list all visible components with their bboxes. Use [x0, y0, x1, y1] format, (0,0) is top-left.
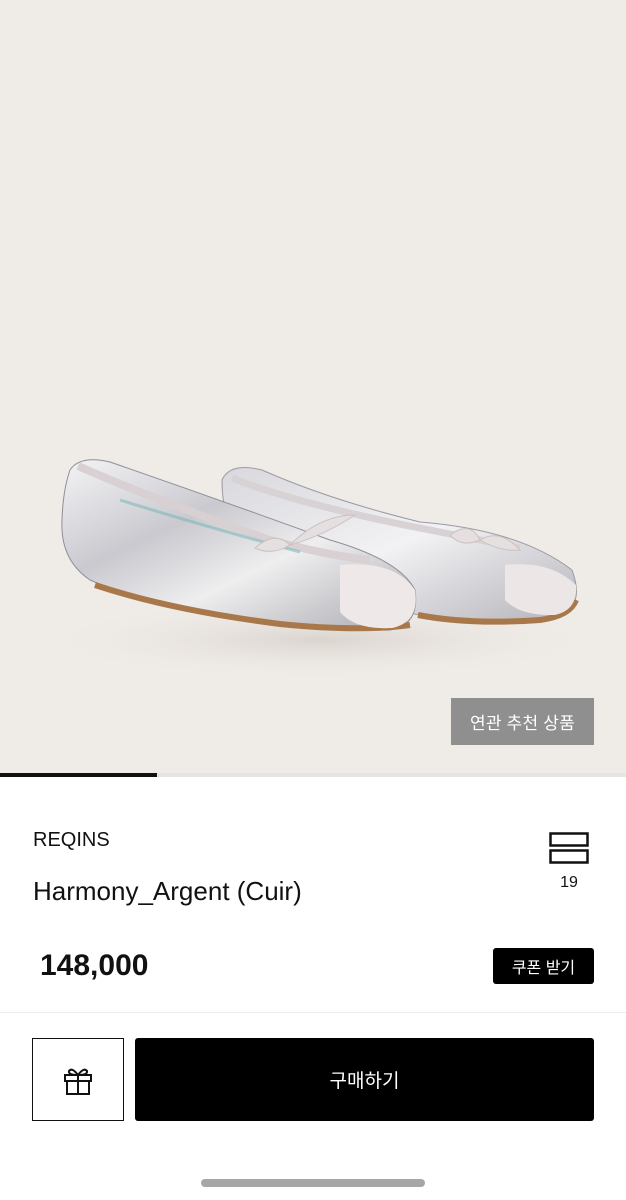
product-price: 148,000	[40, 949, 149, 982]
like-button[interactable]: 19	[546, 832, 592, 898]
carousel-progress-bar	[0, 773, 626, 777]
product-image-carousel[interactable]: 연관 추천 상품	[0, 0, 626, 773]
brand-name[interactable]: REQINS	[33, 829, 110, 852]
gift-icon	[64, 1068, 92, 1095]
product-image	[30, 459, 610, 680]
like-count: 19	[560, 874, 578, 891]
carousel-progress-fill	[0, 773, 157, 777]
related-products-button[interactable]: 연관 추천 상품	[451, 698, 594, 745]
buy-button[interactable]: 구매하기	[135, 1038, 594, 1121]
home-indicator	[201, 1179, 425, 1187]
product-title: Harmony_Argent (Cuir)	[33, 876, 302, 906]
coupon-button[interactable]: 쿠폰 받기	[493, 948, 594, 984]
stacked-bars-icon	[549, 832, 589, 864]
gift-button[interactable]	[32, 1038, 124, 1121]
divider	[0, 1012, 626, 1013]
